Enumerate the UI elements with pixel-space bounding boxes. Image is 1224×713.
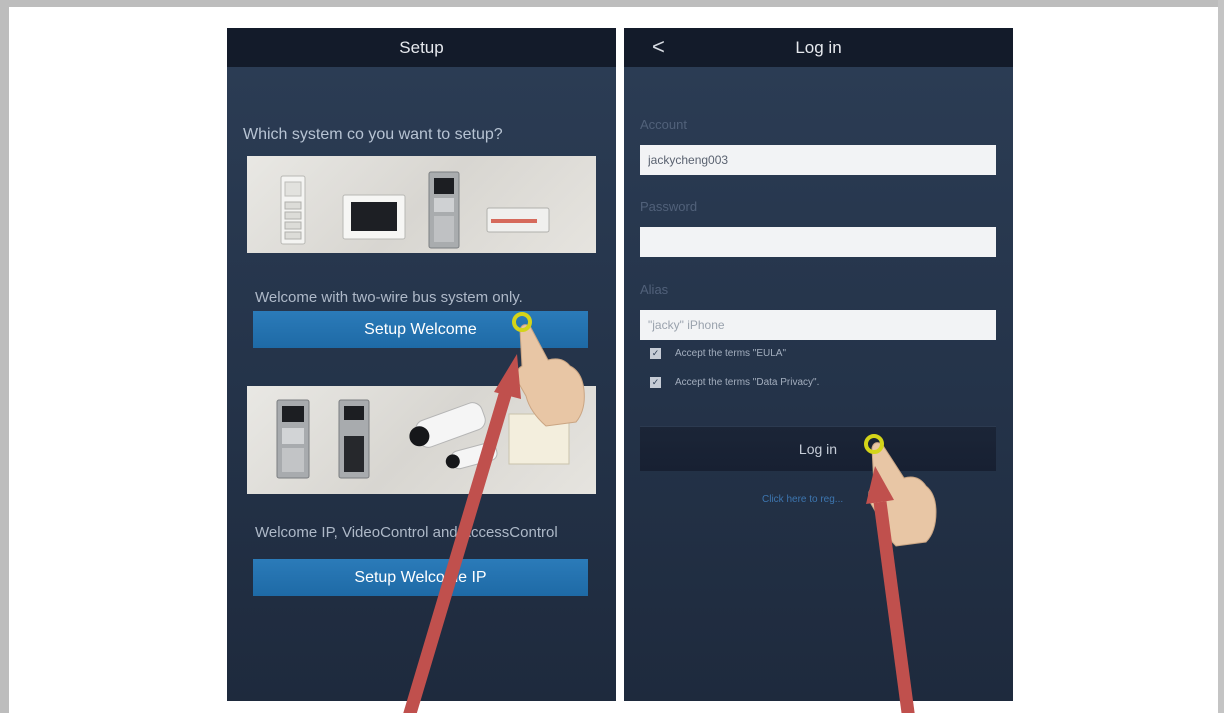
setup-welcome-button[interactable]: Setup Welcome — [253, 311, 588, 348]
checkbox-checked-icon[interactable]: ✓ — [650, 377, 661, 388]
frame-border-left — [0, 0, 9, 713]
back-chevron-icon[interactable]: < — [652, 34, 665, 60]
setup-screen: Setup Which system co you want to setup? — [227, 28, 616, 701]
login-screen: < Log in Account Password Alias ✓ Accept… — [624, 28, 1013, 701]
setup-question: Which system co you want to setup? — [243, 126, 503, 143]
setup-nav-bar: Setup — [227, 28, 616, 67]
account-label: Account — [640, 117, 687, 132]
ip-caption: Welcome IP, VideoControl and AccessContr… — [255, 524, 558, 541]
login-title: Log in — [795, 37, 842, 57]
two-wire-products-image — [247, 156, 596, 253]
login-button[interactable]: Log in — [640, 426, 996, 471]
register-link[interactable]: Click here to reg... — [762, 494, 843, 505]
password-label: Password — [640, 199, 698, 214]
privacy-terms-label: Accept the terms "Data Privacy". — [675, 377, 820, 388]
alias-label: Alias — [640, 282, 669, 297]
frame-border-right — [1218, 0, 1224, 713]
ip-products-image — [247, 386, 596, 494]
account-field[interactable] — [640, 145, 996, 175]
alias-field[interactable] — [640, 310, 996, 340]
checkbox-checked-icon[interactable]: ✓ — [650, 348, 661, 359]
two-wire-caption: Welcome with two-wire bus system only. — [255, 289, 523, 306]
setup-welcome-ip-button[interactable]: Setup Welcome IP — [253, 559, 588, 596]
password-field[interactable] — [640, 227, 996, 257]
login-nav-bar: < Log in — [624, 28, 1013, 67]
frame-border-top — [0, 0, 1224, 7]
eula-terms-row[interactable]: ✓ Accept the terms "EULA" — [650, 348, 786, 359]
setup-title: Setup — [399, 37, 444, 57]
privacy-terms-row[interactable]: ✓ Accept the terms "Data Privacy". — [650, 377, 819, 388]
eula-terms-label: Accept the terms "EULA" — [675, 348, 787, 359]
